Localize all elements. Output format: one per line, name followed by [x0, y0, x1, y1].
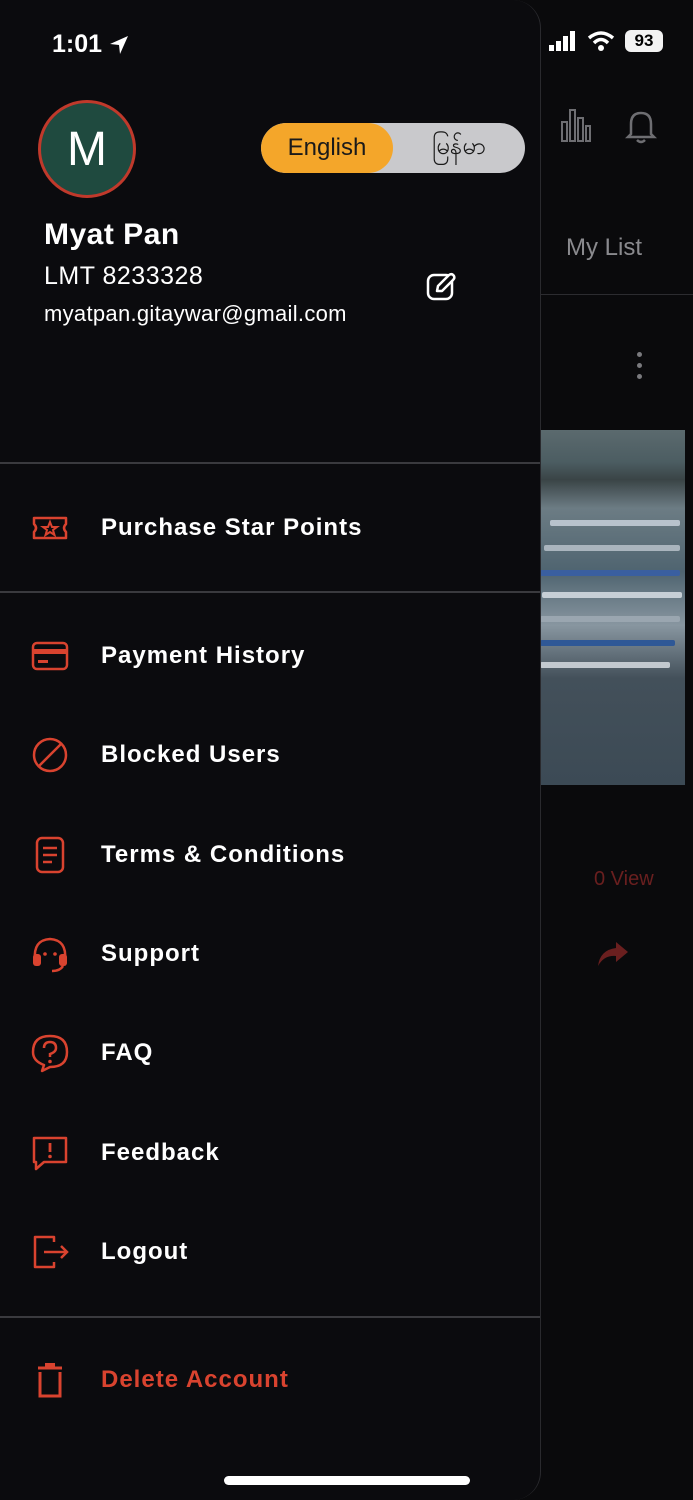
- avatar[interactable]: M: [38, 100, 136, 198]
- feedback-icon: [30, 1133, 70, 1173]
- divider: [0, 591, 540, 593]
- menu-item-feedback[interactable]: Feedback: [0, 1121, 540, 1185]
- profile-id: LMT 8233328: [44, 262, 204, 290]
- menu-item-faq[interactable]: FAQ: [0, 1021, 540, 1085]
- more-options-icon[interactable]: [637, 352, 642, 385]
- bell-icon[interactable]: [625, 108, 657, 144]
- language-option-myanmar[interactable]: မြန်မာ: [393, 123, 525, 173]
- profile-email: myatpan.gitaywar@gmail.com: [44, 301, 347, 326]
- profile-name: Myat Pan: [44, 218, 180, 251]
- view-count: 0 View: [594, 868, 654, 890]
- tab-divider: [540, 294, 693, 295]
- headset-icon: [30, 934, 70, 974]
- menu-item-terms-conditions[interactable]: Terms & Conditions: [0, 823, 540, 887]
- status-time: 1:01: [52, 30, 130, 59]
- share-icon[interactable]: [596, 940, 630, 968]
- edit-icon: [426, 272, 456, 301]
- divider: [0, 1316, 540, 1318]
- tab-my-list[interactable]: My List: [566, 234, 642, 262]
- ticket-star-icon: [30, 508, 70, 548]
- chart-icon[interactable]: [560, 108, 592, 142]
- question-icon: [30, 1033, 70, 1073]
- location-arrow-icon: [110, 35, 129, 54]
- language-option-english[interactable]: English: [261, 123, 393, 173]
- menu-item-support[interactable]: Support: [0, 922, 540, 986]
- status-indicators: 93: [549, 30, 663, 52]
- blocked-icon: [30, 735, 70, 775]
- wifi-icon: [587, 31, 615, 51]
- post-image[interactable]: [540, 430, 685, 785]
- menu-item-purchase-star-points[interactable]: Purchase Star Points: [0, 496, 540, 560]
- signal-icon: [549, 31, 575, 51]
- document-icon: [30, 835, 70, 875]
- home-indicator[interactable]: [224, 1476, 470, 1485]
- menu-item-logout[interactable]: Logout: [0, 1220, 540, 1284]
- trash-icon: [30, 1360, 70, 1400]
- divider: [0, 462, 540, 464]
- menu-item-delete-account[interactable]: Delete Account: [0, 1348, 540, 1412]
- battery-indicator: 93: [625, 30, 663, 52]
- menu-item-blocked-users[interactable]: Blocked Users: [0, 723, 540, 787]
- navigation-drawer: 1:01 M English မြန်မာ Myat Pan LMT 82333…: [0, 0, 541, 1500]
- edit-profile-button[interactable]: [425, 270, 457, 302]
- credit-card-icon: [30, 636, 70, 676]
- menu-item-payment-history[interactable]: Payment History: [0, 624, 540, 688]
- language-toggle[interactable]: English မြန်မာ: [261, 123, 525, 173]
- logout-icon: [30, 1232, 70, 1272]
